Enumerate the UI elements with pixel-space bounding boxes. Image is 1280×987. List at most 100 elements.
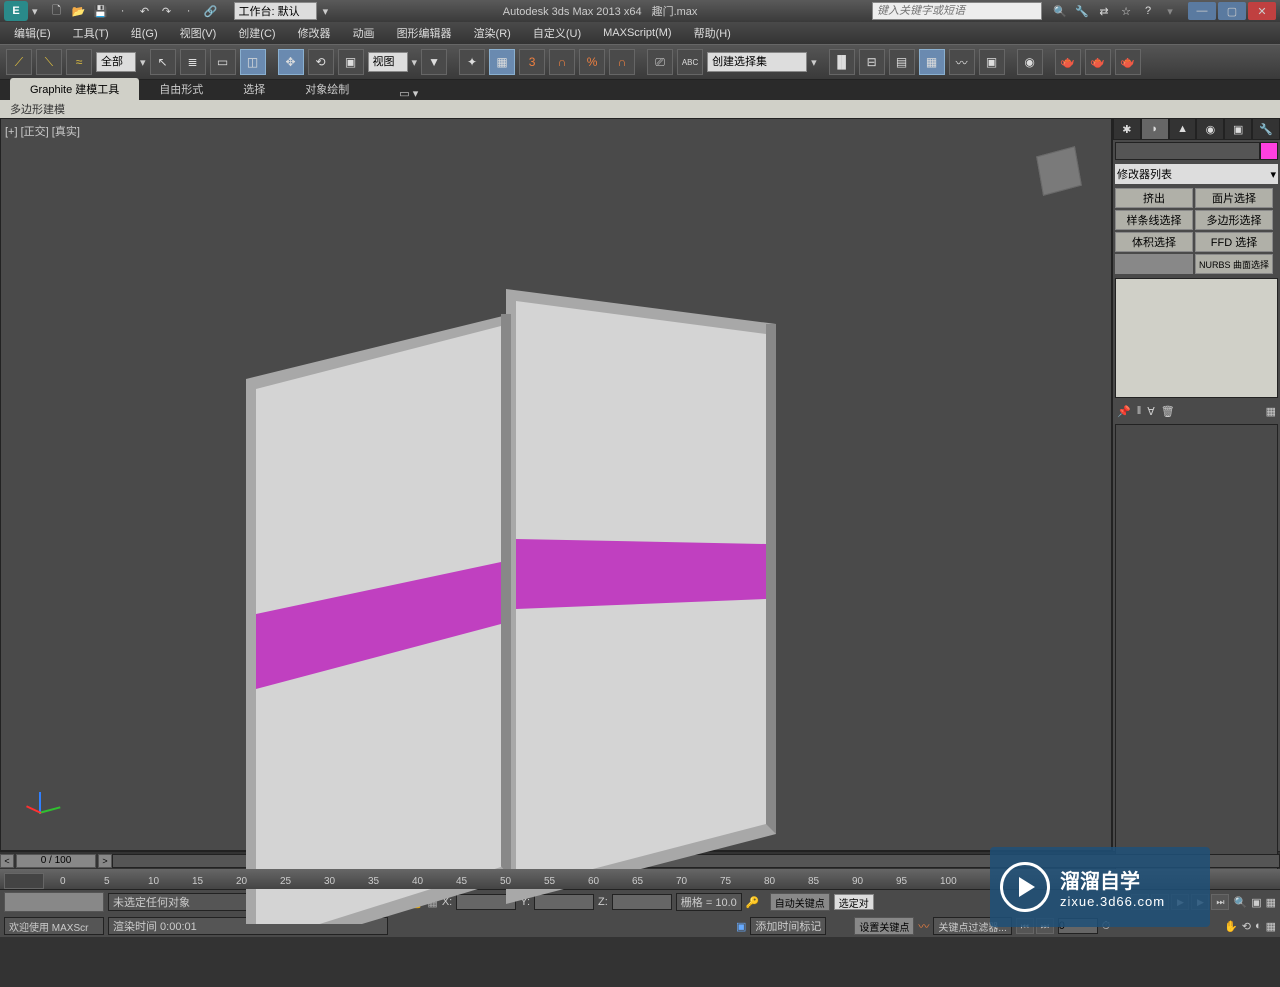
scale-icon[interactable]: ▣ — [338, 49, 364, 75]
bind-icon[interactable]: ≈ — [66, 49, 92, 75]
link-icon[interactable]: ⟋ — [6, 49, 32, 75]
unlink-icon[interactable]: ⟍ — [36, 49, 62, 75]
configure-icon[interactable]: ▦ — [1266, 405, 1276, 418]
rollout-area[interactable] — [1115, 424, 1278, 884]
menu-animation[interactable]: 动画 — [343, 23, 385, 43]
new-icon[interactable]: 🗋 — [48, 3, 66, 19]
object-color-swatch[interactable] — [1260, 142, 1278, 160]
render-frame-icon[interactable]: 🫖 — [1085, 49, 1111, 75]
menu-create[interactable]: 创建(C) — [228, 23, 285, 43]
app-menu-icon[interactable]: E — [4, 1, 28, 21]
menu-help[interactable]: 帮助(H) — [684, 23, 741, 43]
make-unique-icon[interactable]: ∀ — [1147, 405, 1155, 418]
select-icon[interactable]: ↖ — [150, 49, 176, 75]
selection-filter-dropdown[interactable]: 全部 — [96, 52, 136, 72]
workspace-dropdown[interactable]: 工作台: 默认 — [234, 2, 317, 20]
modifier-stack[interactable] — [1115, 278, 1278, 398]
link-icon[interactable]: 🔗 — [202, 3, 220, 19]
viewcube[interactable] — [1027, 139, 1091, 203]
undo-icon[interactable]: ↶ — [136, 3, 154, 19]
favorite-icon[interactable]: ☆ — [1118, 3, 1134, 19]
material-editor-icon[interactable]: ◉ — [1017, 49, 1043, 75]
save-icon[interactable]: 💾 — [92, 3, 110, 19]
goto-end-icon[interactable]: ⏭ — [1211, 894, 1229, 910]
exchange-icon[interactable]: ⇄ — [1096, 3, 1112, 19]
nav-zoom-ext-icon[interactable]: ▦ — [1266, 896, 1276, 909]
ribbon-expand-icon[interactable]: ▭ ▾ — [399, 87, 418, 100]
rect-select-icon[interactable]: ▭ — [210, 49, 236, 75]
align-icon[interactable]: ⊟ — [859, 49, 885, 75]
viewport-label[interactable]: [+] [正交] [真实] — [5, 123, 80, 139]
btn-extrude[interactable]: 挤出 — [1115, 188, 1193, 208]
named-selection-dropdown[interactable]: 创建选择集 — [707, 52, 807, 72]
hierarchy-tab-icon[interactable]: ▲ — [1169, 118, 1197, 140]
pivot-icon[interactable]: ▼ — [421, 49, 447, 75]
ribbon-tab-graphite[interactable]: Graphite 建模工具 — [10, 78, 139, 100]
time-next-button[interactable]: > — [98, 854, 112, 868]
ribbon-toggle-icon[interactable]: ▦ — [919, 49, 945, 75]
redo-icon[interactable]: ↷ — [158, 3, 176, 19]
ribbon-tab-selection[interactable]: 选择 — [223, 78, 285, 100]
spinner-snap-icon[interactable]: % — [579, 49, 605, 75]
help-search-input[interactable] — [872, 2, 1042, 20]
percent-snap-icon[interactable]: ∩ — [549, 49, 575, 75]
viewport[interactable]: [+] [正交] [真实] — [0, 118, 1112, 851]
render-icon[interactable]: 🫖 — [1115, 49, 1141, 75]
menu-tools[interactable]: 工具(T) — [63, 23, 119, 43]
nav-orbit-icon[interactable]: ⟲ — [1242, 920, 1251, 933]
sel-filter-dropdown[interactable]: 选定对 — [834, 894, 874, 910]
snap-toggle-icon[interactable]: ▦ — [489, 49, 515, 75]
edit-named-icon[interactable]: ⎚ — [647, 49, 673, 75]
time-prev-button[interactable]: < — [0, 854, 14, 868]
open-icon[interactable]: 📂 — [70, 3, 88, 19]
menu-grapheditors[interactable]: 图形编辑器 — [387, 23, 462, 43]
snap-icon[interactable]: ∩ — [609, 49, 635, 75]
mirror-icon[interactable]: ▐▌ — [829, 49, 855, 75]
abc-icon[interactable]: ABC — [677, 49, 703, 75]
close-button[interactable]: ✕ — [1248, 2, 1276, 20]
menu-edit[interactable]: 编辑(E) — [4, 23, 61, 43]
menu-rendering[interactable]: 渲染(R) — [464, 23, 521, 43]
nav-zoom-all-icon[interactable]: ▣ — [1251, 896, 1261, 909]
utilities-tab-icon[interactable]: 🔧 — [1252, 118, 1280, 140]
create-tab-icon[interactable]: ✱ — [1113, 118, 1141, 140]
modifier-list-dropdown[interactable]: 修改器列表▾ — [1115, 164, 1278, 184]
nav-max-icon[interactable]: ▦ — [1266, 920, 1276, 933]
refcoord-dropdown[interactable]: 视图 — [368, 52, 408, 72]
btn-nurbs-select[interactable]: NURBS 曲面选择 — [1195, 254, 1273, 274]
menu-group[interactable]: 组(G) — [121, 23, 168, 43]
render-setup-icon[interactable]: 🫖 — [1055, 49, 1081, 75]
ribbon-panel[interactable]: 多边形建模 — [0, 100, 1280, 118]
btn-vol-select[interactable]: 体积选择 — [1115, 232, 1193, 252]
window-crossing-icon[interactable]: ◫ — [240, 49, 266, 75]
menu-modifiers[interactable]: 修改器 — [288, 23, 341, 43]
menu-customize[interactable]: 自定义(U) — [523, 23, 591, 43]
btn-spline-select[interactable]: 样条线选择 — [1115, 210, 1193, 230]
btn-poly-select[interactable]: 多边形选择 — [1195, 210, 1273, 230]
btn-ffd-select[interactable]: FFD 选择 — [1195, 232, 1273, 252]
nav-fov-icon[interactable]: ◐ — [1255, 920, 1262, 932]
time-slider-thumb[interactable]: 0 / 100 — [16, 854, 96, 868]
ribbon-tab-freeform[interactable]: 自由形式 — [139, 78, 223, 100]
menu-views[interactable]: 视图(V) — [170, 23, 227, 43]
key-icon[interactable]: 🔧 — [1074, 3, 1090, 19]
select-by-name-icon[interactable]: ≣ — [180, 49, 206, 75]
key-mode-icon[interactable]: 〰 — [918, 918, 929, 934]
move-icon[interactable]: ✥ — [278, 49, 304, 75]
btn-mesh-select[interactable]: 面片选择 — [1195, 188, 1273, 208]
maximize-button[interactable]: ▢ — [1218, 2, 1246, 20]
nav-pan-icon[interactable]: ✋ — [1224, 920, 1238, 933]
schematic-icon[interactable]: ▣ — [979, 49, 1005, 75]
display-tab-icon[interactable]: ▣ — [1224, 118, 1252, 140]
minimize-button[interactable]: — — [1188, 2, 1216, 20]
help-icon[interactable]: ? — [1140, 3, 1156, 19]
layer-icon[interactable]: ▤ — [889, 49, 915, 75]
trackbar-icon[interactable] — [4, 873, 44, 889]
pin-stack-icon[interactable]: 📌 — [1117, 405, 1131, 418]
angle-snap-icon[interactable]: 3 — [519, 49, 545, 75]
motion-tab-icon[interactable]: ◉ — [1196, 118, 1224, 140]
mini-listener[interactable] — [4, 892, 104, 912]
search-icon[interactable]: 🔍 — [1052, 3, 1068, 19]
curve-editor-icon[interactable]: 〰 — [949, 49, 975, 75]
nav-zoom-icon[interactable]: 🔍 — [1233, 896, 1247, 909]
